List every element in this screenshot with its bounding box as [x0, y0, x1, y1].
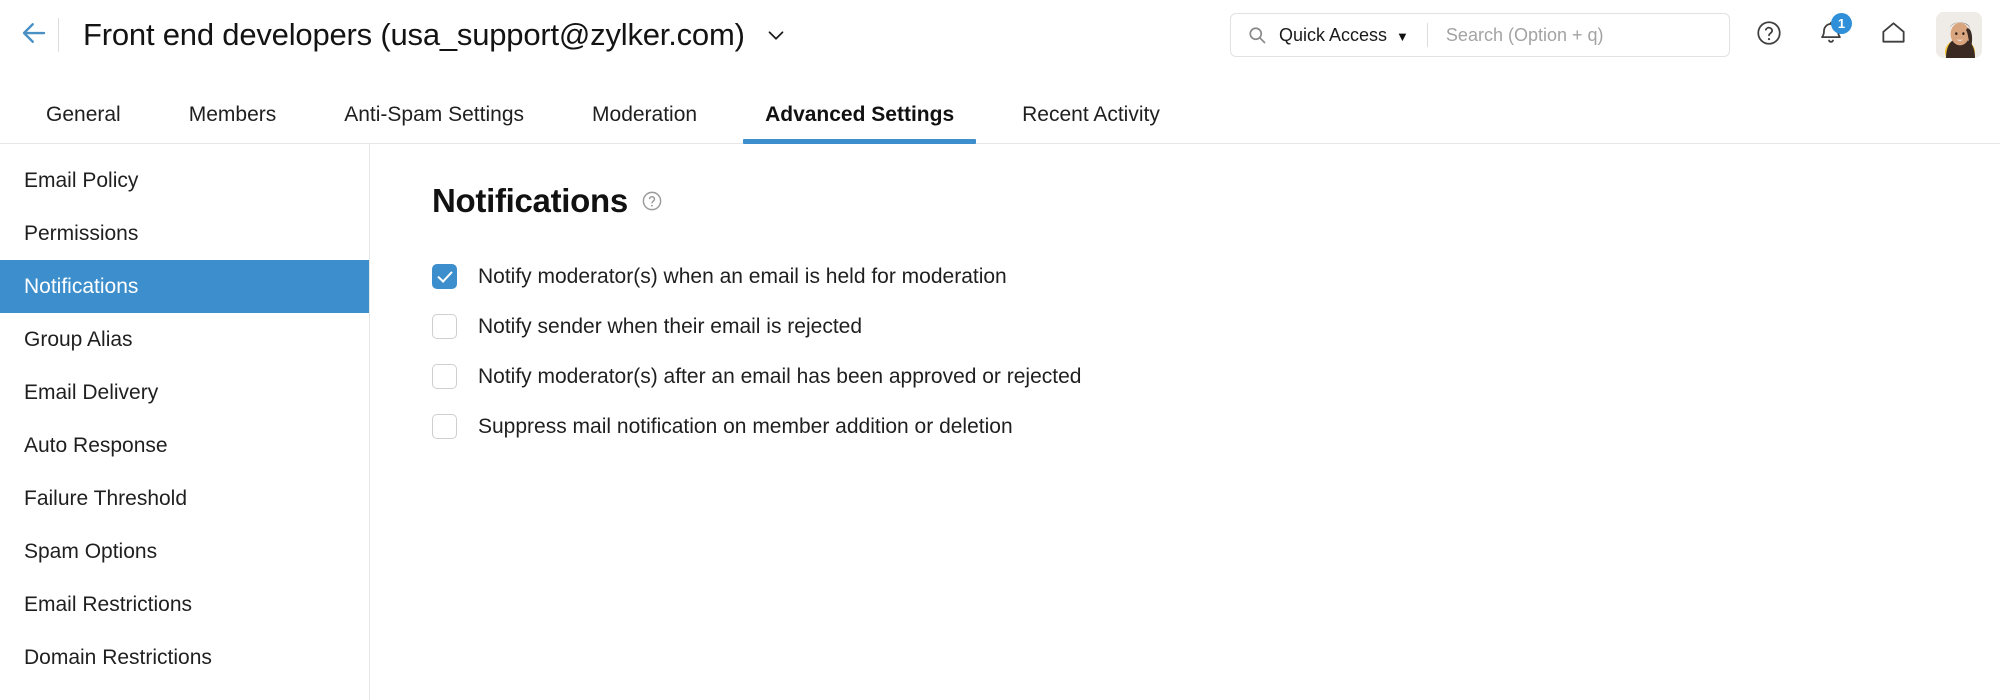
- question-circle-icon: [1755, 19, 1783, 52]
- avatar[interactable]: [1936, 12, 1982, 58]
- sidebar-item-label: Failure Threshold: [24, 486, 188, 510]
- home-icon: [1879, 18, 1908, 52]
- option-label: Notify sender when their email is reject…: [478, 314, 863, 338]
- notifications-button[interactable]: 1: [1808, 12, 1854, 58]
- checkbox-notify-moderator-held[interactable]: [432, 264, 457, 289]
- tab-members[interactable]: Members: [167, 103, 299, 143]
- option-label: Notify moderator(s) after an email has b…: [478, 364, 1082, 388]
- back-button[interactable]: [12, 13, 56, 57]
- option-label: Suppress mail notification on member add…: [478, 414, 1013, 438]
- tab-label: Members: [188, 103, 277, 126]
- option-row-notify-moderator-held[interactable]: Notify moderator(s) when an email is hel…: [432, 264, 1007, 289]
- tab-label: Anti-Spam Settings: [344, 103, 525, 126]
- search-divider: [1426, 23, 1428, 47]
- avatar-photo: [1936, 12, 1982, 58]
- search-bar[interactable]: Quick Access ▼: [1230, 13, 1730, 57]
- sidebar-item-label: Auto Response: [24, 433, 168, 457]
- tab-label: Advanced Settings: [765, 103, 955, 126]
- sidebar-item-email-policy[interactable]: Email Policy: [0, 154, 369, 207]
- tab-label: Moderation: [592, 103, 698, 126]
- tab-bar: General Members Anti-Spam Settings Moder…: [0, 70, 2000, 144]
- sidebar-item-notifications[interactable]: Notifications: [0, 260, 369, 313]
- sidebar-item-group-alias[interactable]: Group Alias: [0, 313, 369, 366]
- arrow-left-icon: [19, 18, 49, 53]
- sidebar-item-label: Email Restrictions: [24, 592, 193, 616]
- help-button[interactable]: [1746, 12, 1792, 58]
- question-circle-icon[interactable]: [641, 190, 663, 212]
- checkbox-notify-sender-rejected[interactable]: [432, 314, 457, 339]
- option-row-suppress-member-notification[interactable]: Suppress mail notification on member add…: [432, 414, 1013, 439]
- page-title: Front end developers (usa_support@zylker…: [83, 17, 745, 52]
- sidebar-item-label: Spam Options: [24, 539, 158, 563]
- option-label: Notify moderator(s) when an email is hel…: [478, 264, 1007, 288]
- header-actions: Quick Access ▼ 1: [1230, 12, 2000, 58]
- tab-label: Recent Activity: [1022, 103, 1160, 126]
- tab-moderation[interactable]: Moderation: [570, 103, 719, 143]
- sidebar-item-failure-threshold[interactable]: Failure Threshold: [0, 472, 369, 525]
- sidebar-item-email-delivery[interactable]: Email Delivery: [0, 366, 369, 419]
- sidebar-item-label: Email Policy: [24, 168, 139, 192]
- checkbox-suppress-member-notification[interactable]: [432, 414, 457, 439]
- caret-down-icon: ▼: [1396, 28, 1409, 44]
- sidebar-item-label: Permissions: [24, 221, 139, 245]
- sidebar-item-domain-restrictions[interactable]: Domain Restrictions: [0, 631, 369, 684]
- tab-recent-activity[interactable]: Recent Activity: [1000, 103, 1182, 143]
- home-button[interactable]: [1870, 12, 1916, 58]
- option-row-notify-moderator-approved[interactable]: Notify moderator(s) after an email has b…: [432, 364, 1081, 389]
- search-input[interactable]: [1445, 24, 1706, 46]
- quick-access-dropdown[interactable]: Quick Access ▼: [1279, 25, 1409, 46]
- settings-sidebar: Email Policy Permissions Notifications G…: [0, 144, 370, 700]
- search-icon: [1247, 25, 1267, 45]
- sidebar-item-permissions[interactable]: Permissions: [0, 207, 369, 260]
- notification-badge: 1: [1831, 13, 1852, 34]
- sidebar-item-label: Notifications: [24, 274, 139, 298]
- checkbox-notify-moderator-approved[interactable]: [432, 364, 457, 389]
- tab-general[interactable]: General: [24, 103, 143, 143]
- group-title-dropdown[interactable]: Front end developers (usa_support@zylker…: [83, 17, 789, 53]
- sidebar-item-spam-options[interactable]: Spam Options: [0, 525, 369, 578]
- section-title: Notifications: [432, 182, 628, 219]
- sidebar-item-label: Group Alias: [24, 327, 133, 351]
- tab-label: General: [46, 103, 121, 126]
- sidebar-item-label: Domain Restrictions: [24, 645, 212, 669]
- tab-advanced-settings[interactable]: Advanced Settings: [743, 103, 977, 144]
- sidebar-item-email-restrictions[interactable]: Email Restrictions: [0, 578, 369, 631]
- sidebar-item-auto-response[interactable]: Auto Response: [0, 419, 369, 472]
- chevron-down-icon[interactable]: [763, 22, 789, 48]
- tab-anti-spam-settings[interactable]: Anti-Spam Settings: [322, 103, 546, 143]
- header-divider: [58, 18, 59, 52]
- section-heading-row: Notifications: [432, 182, 2000, 220]
- sidebar-item-label: Email Delivery: [24, 380, 159, 404]
- settings-panel: Notifications Notify moderator(s) when a…: [370, 144, 2000, 700]
- option-row-notify-sender-rejected[interactable]: Notify sender when their email is reject…: [432, 314, 862, 339]
- app-header: Front end developers (usa_support@zylker…: [0, 0, 2000, 70]
- quick-access-label: Quick Access: [1279, 24, 1388, 45]
- content-area: Email Policy Permissions Notifications G…: [0, 144, 2000, 700]
